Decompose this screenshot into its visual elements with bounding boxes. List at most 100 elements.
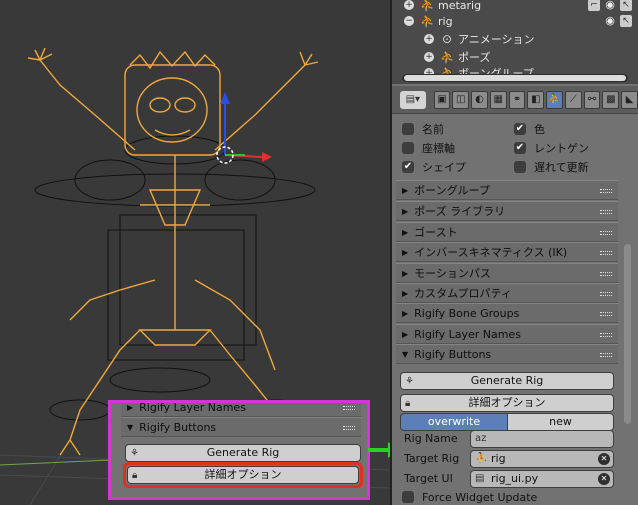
rig-name-label: Rig Name [404, 432, 458, 445]
grip-icon[interactable] [600, 353, 612, 357]
rig-icon: ⚘ [405, 376, 414, 387]
overwrite-toggle[interactable]: overwrite [400, 413, 508, 431]
checkbox-colors[interactable]: ✔ 色 [514, 120, 545, 138]
panel-rigify-layer-names[interactable]: ▶ Rigify Layer Names [396, 324, 618, 344]
callout-generate-rig-button[interactable]: ⚘ Generate Rig [125, 444, 361, 462]
checkbox-delay-refresh[interactable]: 遅れて更新 [514, 158, 589, 176]
clear-icon[interactable]: ✕ [598, 453, 610, 465]
grip-icon[interactable] [600, 312, 612, 316]
pose-icon: ⛹ [440, 50, 455, 64]
checkmark-icon[interactable]: ✔ [514, 123, 526, 135]
texture-tab-icon[interactable]: ▩ [602, 90, 620, 109]
expand-icon[interactable]: + [424, 52, 434, 62]
3d-viewport[interactable]: ▶ Rigify Layer Names ▼ Rigify Buttons ⚘ … [0, 0, 390, 505]
checkbox-label: 名前 [422, 123, 444, 136]
checkbox-names[interactable]: 名前 [402, 120, 444, 138]
panel-bone-groups[interactable]: ▶ ボーングループ [396, 180, 618, 200]
bone-constraint-tab-icon[interactable]: ⚯ [583, 90, 601, 109]
select-arrow-icon[interactable]: ↖ [620, 0, 632, 11]
checkbox-box[interactable] [402, 123, 414, 135]
bone-icon[interactable]: ⌐ [588, 0, 600, 11]
scene-tab-icon[interactable]: ◫ [452, 90, 470, 109]
grip-icon[interactable] [600, 333, 612, 337]
panel-label: ゴースト [414, 226, 458, 239]
physics-tab-icon[interactable]: ◣ [621, 90, 638, 109]
properties-scrollbar-thumb[interactable] [624, 244, 631, 424]
expand-arrow-icon: ▶ [402, 206, 409, 216]
armature-icon: ⛹ [420, 0, 435, 12]
checkbox-shapes[interactable]: ✔ シェイプ [402, 158, 466, 176]
checkbox-axes[interactable]: 座標軸 [402, 139, 455, 157]
rig-name-field[interactable]: az [470, 430, 614, 448]
checkbox-force-widget-update[interactable]: Force Widget Update [402, 488, 537, 505]
eye-icon[interactable]: ◉ [604, 15, 616, 27]
outliner-scrollbar-thumb[interactable] [404, 75, 626, 81]
outliner-row-rig[interactable]: − ⛹ rig ◉ ↖ [392, 12, 638, 30]
grip-icon[interactable] [600, 231, 612, 235]
armature-data-tab-icon[interactable]: ⛹ [546, 90, 563, 109]
modifier-tab-icon[interactable]: ◧ [527, 90, 545, 109]
outliner-label: rig [438, 14, 453, 28]
checkbox-box[interactable] [402, 142, 414, 154]
panel-rigify-buttons[interactable]: ▼ Rigify Buttons [396, 344, 618, 364]
checkbox-xray[interactable]: ✔ レントゲン [514, 139, 589, 157]
checkbox-box[interactable] [402, 491, 414, 503]
new-toggle[interactable]: new [507, 413, 614, 431]
checkbox-label: 座標軸 [422, 142, 455, 155]
editor-type-menu[interactable]: ▤▾ [400, 90, 426, 109]
expand-arrow-icon: ▶ [402, 227, 409, 237]
outliner-label: アニメーション [458, 33, 535, 46]
checkmark-icon[interactable]: ✔ [402, 161, 414, 173]
panel-motion-paths[interactable]: ▶ モーションパス [396, 263, 618, 283]
armature-icon: ⛹ [420, 14, 435, 28]
constraints-tab-icon[interactable]: ⚭ [508, 90, 526, 109]
grip-icon[interactable] [600, 210, 612, 214]
panel-label: Rigify Layer Names [414, 327, 521, 341]
grip-icon[interactable] [343, 406, 355, 410]
clear-icon[interactable]: ✕ [598, 473, 610, 485]
outliner-row-animation[interactable]: + ⊙ アニメーション [392, 30, 638, 48]
grip-icon[interactable] [600, 251, 612, 255]
outliner[interactable]: + ⛹ metarig ⌐ ◉ ↖ − ⛹ rig ◉ ↖ + ⊙ アニメーション +… [392, 0, 638, 84]
panel-pose-library[interactable]: ▶ ポーズ ライブラリ [396, 201, 618, 221]
panel-label: ボーングループ [414, 184, 490, 197]
callout-panel-layer-names[interactable]: ▶ Rigify Layer Names [121, 402, 361, 417]
callout-panel-rigify-buttons[interactable]: ▼ Rigify Buttons [121, 417, 361, 437]
collapse-icon[interactable]: − [404, 16, 414, 26]
expand-arrow-icon: ▶ [402, 185, 409, 195]
object-tab-icon[interactable]: ▦ [489, 90, 507, 109]
expand-icon[interactable]: + [404, 0, 414, 10]
panel-inverse-kinematics[interactable]: ▶ インバースキネマティクス (IK) [396, 242, 618, 262]
checkmark-icon[interactable]: ✔ [514, 142, 526, 154]
select-arrow-icon[interactable]: ↖ [620, 15, 632, 27]
panel-custom-properties[interactable]: ▶ カスタムプロパティ [396, 283, 618, 303]
target-rig-field[interactable]: ⛹ rig ✕ [470, 450, 614, 468]
grip-icon[interactable] [600, 272, 612, 276]
properties-scrollbar[interactable] [624, 114, 632, 505]
callout-inset: ▶ Rigify Layer Names ▼ Rigify Buttons ⚘ … [108, 400, 370, 500]
expand-icon[interactable]: + [424, 34, 434, 44]
panel-ghost[interactable]: ▶ ゴースト [396, 222, 618, 242]
grip-icon[interactable] [600, 189, 612, 193]
checkbox-box[interactable] [514, 161, 526, 173]
outliner-scrollbar[interactable] [402, 74, 628, 82]
target-rig-label: Target Rig [404, 452, 460, 465]
grip-icon[interactable] [600, 292, 612, 296]
advanced-options-button[interactable]: 🔒︎ 詳細オプション [400, 394, 614, 412]
panel-rigify-bone-groups[interactable]: ▶ Rigify Bone Groups [396, 303, 618, 323]
callout-advanced-options-button[interactable]: 🔒︎ 詳細オプション [127, 466, 359, 484]
expand-arrow-icon: ▶ [402, 247, 409, 257]
grip-icon[interactable] [343, 426, 355, 430]
field-value: rig [491, 452, 506, 465]
bone-tab-icon[interactable]: ⟋ [564, 90, 582, 109]
button-label: Generate Rig [470, 374, 544, 387]
generate-rig-button[interactable]: ⚘ Generate Rig [400, 372, 614, 390]
expand-arrow-icon: ▶ [127, 402, 134, 412]
target-ui-field[interactable]: ▤ rig_ui.py ✕ [470, 470, 614, 488]
world-tab-icon[interactable]: ◐ [471, 90, 488, 109]
properties-header: ▤▾ ▣ ◫ ◐ ▦ ⚭ ◧ ⛹ ⟋ ⚯ ▩ ◣ [392, 86, 638, 114]
text-cursor-icon: az [475, 433, 487, 444]
render-tab-icon[interactable]: ▣ [433, 90, 451, 109]
collapse-arrow-icon: ▼ [402, 349, 409, 359]
eye-icon[interactable]: ◉ [604, 0, 616, 11]
